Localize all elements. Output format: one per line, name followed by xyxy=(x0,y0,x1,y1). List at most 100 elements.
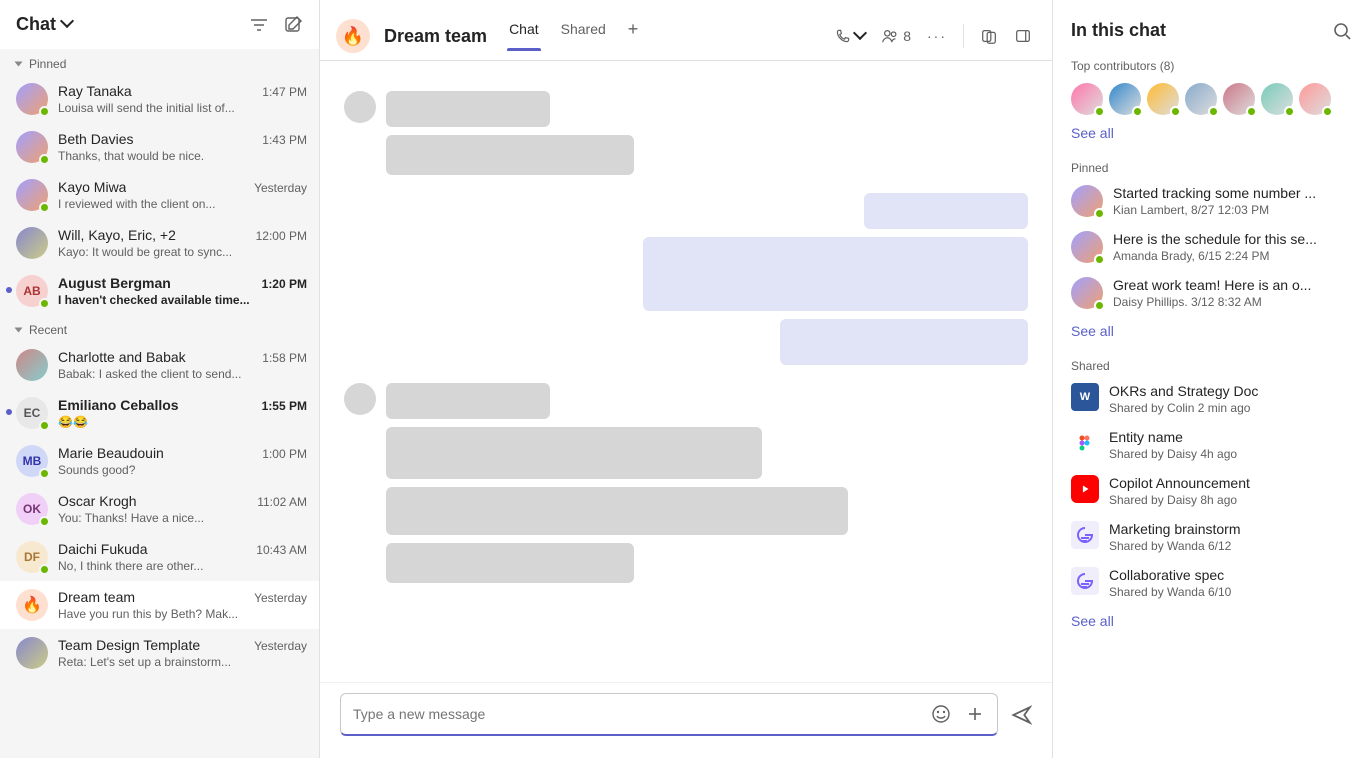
contributor-avatar[interactable] xyxy=(1299,83,1331,115)
contributor-avatar[interactable] xyxy=(1109,83,1141,115)
chat-list-item[interactable]: Ray Tanaka1:47 PMLouisa will send the in… xyxy=(0,75,319,123)
chat-preview: You: Thanks! Have a nice... xyxy=(58,511,307,525)
contributor-avatar[interactable] xyxy=(1261,83,1293,115)
chat-list-item[interactable]: ABAugust Bergman1:20 PMI haven't checked… xyxy=(0,267,319,315)
chat-time: Yesterday xyxy=(254,639,307,653)
avatar: AB xyxy=(16,275,48,307)
chat-tabs: Chat Shared xyxy=(507,21,608,51)
loop-file-icon xyxy=(1071,567,1099,595)
chat-list-item[interactable]: Will, Kayo, Eric, +212:00 PMKayo: It wou… xyxy=(0,219,319,267)
avatar xyxy=(16,227,48,259)
add-tab-button[interactable]: + xyxy=(622,19,645,54)
send-button[interactable] xyxy=(1010,704,1032,726)
message-bubble[interactable] xyxy=(386,91,550,127)
shared-file-item[interactable]: WOKRs and Strategy DocShared by Colin 2 … xyxy=(1071,383,1352,415)
pinned-message-item[interactable]: Started tracking some number ... Kian Lam… xyxy=(1071,185,1352,217)
shared-file-item[interactable]: Entity nameShared by Daisy 4h ago xyxy=(1071,429,1352,461)
message-bubble[interactable] xyxy=(864,193,1028,229)
info-title: In this chat xyxy=(1071,20,1166,41)
message-bubble[interactable] xyxy=(386,383,550,419)
participants-button[interactable]: 8 xyxy=(881,27,911,45)
messages-area[interactable] xyxy=(320,61,1052,682)
new-chat-icon[interactable] xyxy=(283,15,303,35)
message-bubble[interactable] xyxy=(643,237,1028,311)
chat-list-item[interactable]: DFDaichi Fukuda10:43 AMNo, I think there… xyxy=(0,533,319,581)
pinned-message-item[interactable]: Here is the schedule for this se...Amand… xyxy=(1071,231,1352,263)
shared-file-item[interactable]: Marketing brainstormShared by Wanda 6/12 xyxy=(1071,521,1352,553)
search-icon[interactable] xyxy=(1332,21,1352,41)
chat-main: 🔥 Dream team ChatShared + 8 ··· xyxy=(320,0,1052,758)
see-all-contributors[interactable]: See all xyxy=(1071,125,1352,141)
pinned-message-item[interactable]: Great work team! Here is an o... Daisy Ph… xyxy=(1071,277,1352,309)
contributor-avatar[interactable] xyxy=(1147,83,1179,115)
chat-time: 1:43 PM xyxy=(262,133,307,147)
shared-title: OKRs and Strategy Doc xyxy=(1109,383,1352,399)
chat-name: Ray Tanaka xyxy=(58,83,132,99)
open-pane-icon[interactable] xyxy=(1014,27,1032,45)
chat-list-item[interactable]: Kayo MiwaYesterdayI reviewed with the cl… xyxy=(0,171,319,219)
presence-indicator xyxy=(39,516,50,527)
avatar xyxy=(16,179,48,211)
copilot-icon[interactable] xyxy=(980,27,998,45)
participants-count: 8 xyxy=(903,28,911,44)
info-panel: In this chat Top contributors (8) See al… xyxy=(1052,0,1370,758)
avatar xyxy=(16,131,48,163)
pinned-title: Here is the schedule for this se... xyxy=(1113,231,1352,247)
chat-time: 1:58 PM xyxy=(262,351,307,365)
attach-icon[interactable] xyxy=(965,704,985,724)
more-options-button[interactable]: ··· xyxy=(927,28,947,44)
chat-list-item[interactable]: Beth Davies1:43 PMThanks, that would be … xyxy=(0,123,319,171)
chat-name: Kayo Miwa xyxy=(58,179,126,195)
compose-box[interactable] xyxy=(340,693,998,736)
contributor-avatar[interactable] xyxy=(1223,83,1255,115)
chat-name: Charlotte and Babak xyxy=(58,349,186,365)
message-group xyxy=(344,383,1028,583)
tab-shared[interactable]: Shared xyxy=(559,21,608,51)
message-bubble[interactable] xyxy=(386,543,634,583)
message-bubble[interactable] xyxy=(386,135,634,175)
pinned-title: Great work team! Here is an o... xyxy=(1113,277,1352,293)
chat-list-item[interactable]: Charlotte and Babak1:58 PMBabak: I asked… xyxy=(0,341,319,389)
presence-indicator xyxy=(39,154,50,165)
chat-avatar: 🔥 xyxy=(336,19,370,53)
chat-time: 1:47 PM xyxy=(262,85,307,99)
chat-list-item[interactable]: MBMarie Beaudouin1:00 PMSounds good? xyxy=(0,437,319,485)
pinned-title: Started tracking some number ... xyxy=(1113,185,1352,201)
shared-title: Collaborative spec xyxy=(1109,567,1352,583)
message-group xyxy=(344,193,1028,365)
message-bubble[interactable] xyxy=(386,427,762,479)
filter-icon[interactable] xyxy=(249,15,269,35)
contributor-avatar[interactable] xyxy=(1185,83,1217,115)
chat-list[interactable]: Pinned Ray Tanaka1:47 PMLouisa will send… xyxy=(0,49,319,758)
chat-list-item[interactable]: OKOscar Krogh11:02 AMYou: Thanks! Have a… xyxy=(0,485,319,533)
message-input[interactable] xyxy=(353,706,921,722)
presence-indicator xyxy=(39,468,50,479)
see-all-shared[interactable]: See all xyxy=(1071,613,1352,629)
avatar: OK xyxy=(16,493,48,525)
shared-file-item[interactable]: Copilot AnnouncementShared by Daisy 8h a… xyxy=(1071,475,1352,507)
message-bubble[interactable] xyxy=(780,319,1028,365)
shared-subtitle: Shared by Daisy 4h ago xyxy=(1109,447,1352,461)
chat-preview: Reta: Let's set up a brainstorm... xyxy=(58,655,307,669)
pinned-subtitle: Daisy Phillips. 3/12 8:32 AM xyxy=(1113,295,1352,309)
tab-chat[interactable]: Chat xyxy=(507,21,541,51)
chat-sidebar: Chat Pinned Ray Tanaka1:47 PMLouisa will… xyxy=(0,0,320,758)
section-pinned-header[interactable]: Pinned xyxy=(0,49,319,75)
pinned-subtitle: Kian Lambert, 8/27 12:03 PM xyxy=(1113,203,1352,217)
sidebar-title-dropdown[interactable]: Chat xyxy=(16,14,72,35)
chat-name: Dream team xyxy=(58,589,135,605)
shared-file-item[interactable]: Collaborative specShared by Wanda 6/10 xyxy=(1071,567,1352,599)
sidebar-header: Chat xyxy=(0,0,319,49)
avatar xyxy=(16,349,48,381)
emoji-icon[interactable] xyxy=(931,704,951,724)
chat-list-item[interactable]: ECEmiliano Ceballos1:55 PM😂😂 xyxy=(0,389,319,437)
call-button[interactable] xyxy=(835,28,865,44)
chat-preview: Have you run this by Beth? Mak... xyxy=(58,607,307,621)
chat-list-item[interactable]: 🔥Dream teamYesterdayHave you run this by… xyxy=(0,581,319,629)
see-all-pinned[interactable]: See all xyxy=(1071,323,1352,339)
message-bubble[interactable] xyxy=(386,487,848,535)
section-recent-header[interactable]: Recent xyxy=(0,315,319,341)
chat-list-item[interactable]: Team Design TemplateYesterdayReta: Let's… xyxy=(0,629,319,677)
chat-name: Will, Kayo, Eric, +2 xyxy=(58,227,176,243)
contributor-avatar[interactable] xyxy=(1071,83,1103,115)
